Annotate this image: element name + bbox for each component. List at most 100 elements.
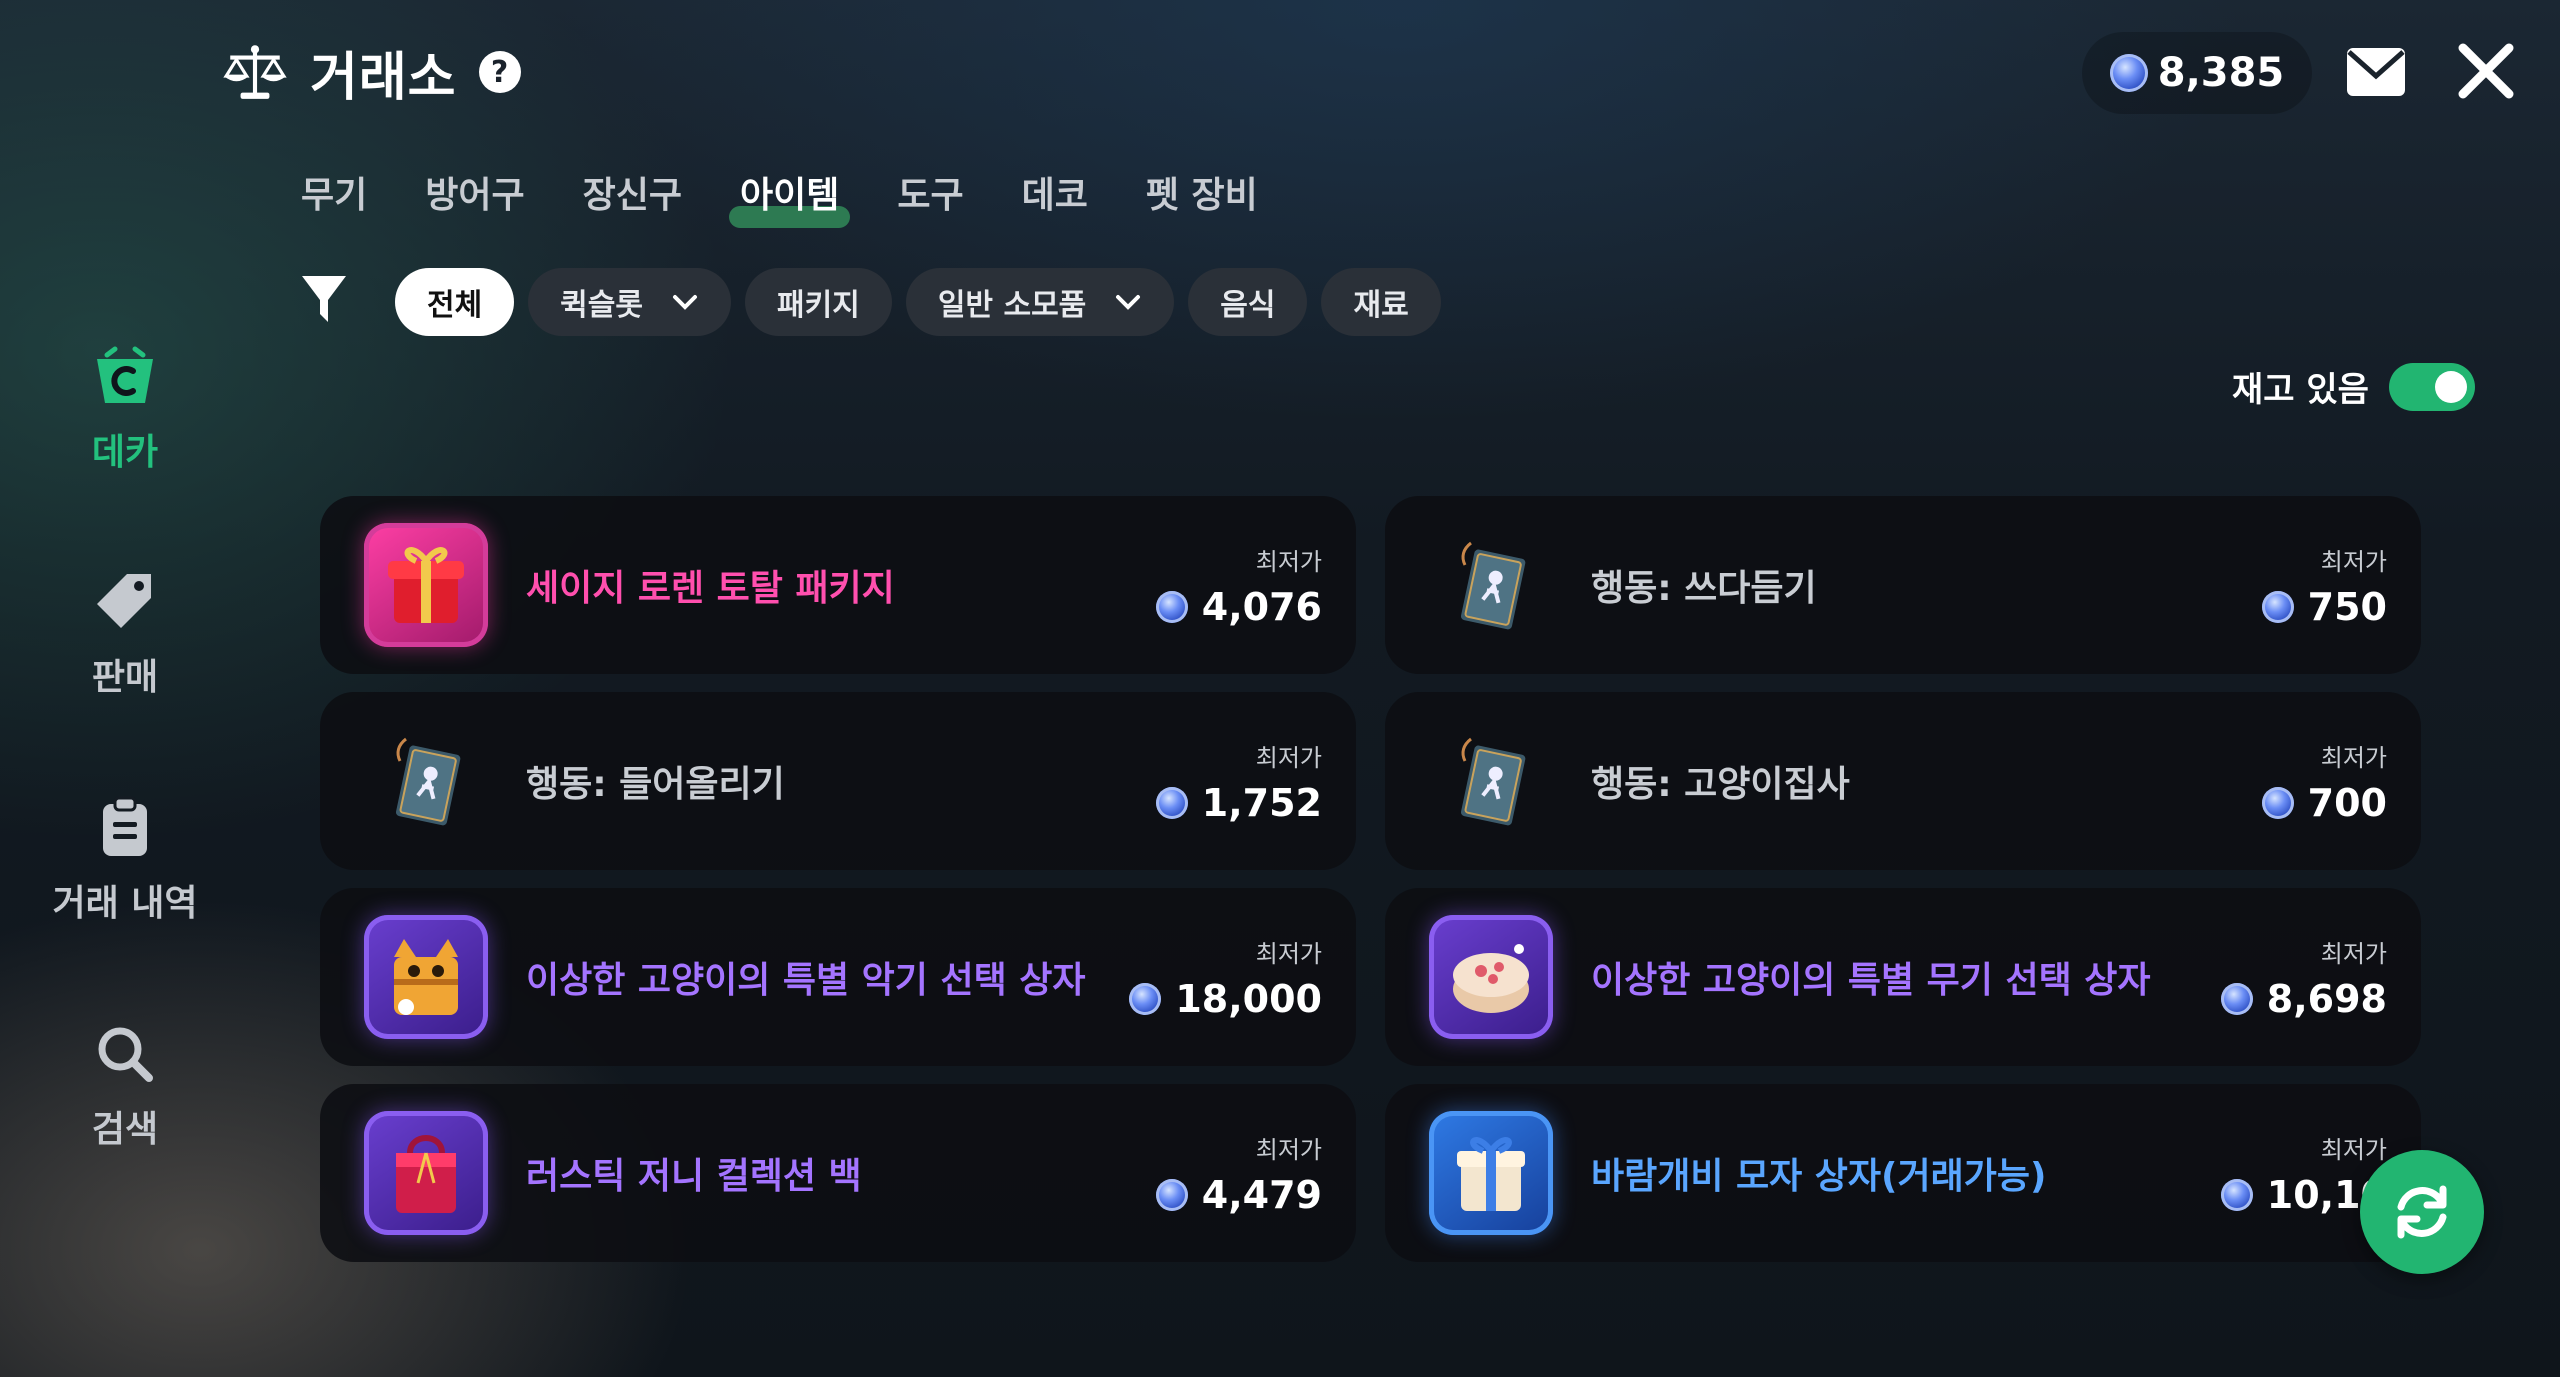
header: 거래소 ? [222,36,521,108]
coin-icon [1155,786,1188,819]
filter-chip-label: 음식 [1220,288,1276,323]
tab-accessory[interactable]: 장신구 [554,162,711,222]
coin-icon [2261,786,2294,819]
filter-chip-quickslot[interactable]: 퀵슬롯 [528,268,732,336]
page-title: 거래소 [310,47,457,108]
filter-chip-label: 퀵슬롯 [560,288,644,323]
price-block: 최저가 4,479 [1155,1130,1322,1217]
tab-pet-equipment[interactable]: 펫 장비 [1117,162,1287,222]
coin-icon [1155,590,1188,623]
item-name: 행동: 쓰다듬기 [1591,568,1817,609]
filter-chip-consumable[interactable]: 일반 소모품 [905,268,1175,336]
item-name: 행동: 들어올리기 [526,764,785,805]
item-card[interactable]: 러스틱 저니 컬렉션 백 최저가 4,479 [320,1084,1356,1262]
mail-icon[interactable] [2345,44,2407,100]
stock-filter: 재고 있음 [2232,362,2475,411]
sidebar-item-label: 판매 [91,657,159,698]
filter-chip-label: 일반 소모품 [937,288,1087,323]
action-book-icon [364,719,488,843]
sidebar-item-label: 데카 [91,432,159,473]
close-icon[interactable] [2455,40,2517,102]
sidebar-item-history[interactable]: 거래 내역 [40,796,210,926]
item-price: 18,000 [1175,976,1322,1021]
item-price: 4,479 [1201,1172,1322,1217]
clipboard-icon [103,796,147,856]
item-name: 이상한 고양이의 특별 악기 선택 상자 [526,960,1086,1001]
help-icon[interactable]: ? [478,51,521,93]
price-label: 최저가 [2320,1135,2387,1164]
item-card[interactable]: 바람개비 모자 상자(거래가능) 최저가 10,10 [1385,1084,2421,1262]
sidebar-item-search[interactable]: 검색 [40,1022,210,1152]
tab-weapon[interactable]: 무기 [272,162,396,222]
hat-box-icon [1429,1111,1553,1235]
item-card[interactable]: 이상한 고양이의 특별 악기 선택 상자 최저가 18,000 [320,888,1356,1066]
filter-chip-label: 재료 [1353,288,1409,323]
category-tabs: 무기 방어구 장신구 아이템 도구 데코 펫 장비 [272,162,1287,228]
filter-chip-food[interactable]: 음식 [1188,268,1308,336]
price-block: 최저가 4,076 [1155,542,1322,629]
price-block: 최저가 1,752 [1155,738,1322,825]
item-card[interactable]: 세이지 로렌 토탈 패키지 최저가 4,076 [320,496,1356,674]
price-block: 최저가 8,698 [2220,934,2387,1021]
item-name: 행동: 고양이집사 [1591,764,1850,805]
price-label: 최저가 [1255,547,1322,576]
price-label: 최저가 [2320,743,2387,772]
price-label: 최저가 [2320,939,2387,968]
price-block: 최저가 18,000 [1129,934,1322,1021]
filter-chip-label: 전체 [427,288,483,323]
tab-deco[interactable]: 데코 [993,162,1117,222]
item-card[interactable]: 행동: 들어올리기 최저가 1,752 [320,692,1356,870]
item-name: 러스틱 저니 컬렉션 백 [526,1156,862,1197]
gift-box-icon [364,523,488,647]
filter-icon[interactable] [300,272,348,326]
sidebar-item-label: 거래 내역 [52,883,198,924]
coin-icon [2109,54,2148,92]
currency-amount: 8,385 [2157,50,2285,96]
refresh-icon [2397,1185,2447,1239]
refresh-button[interactable] [2360,1150,2484,1274]
filter-chip-label: 패키지 [777,288,860,323]
filter-chip-all[interactable]: 전체 [395,268,515,336]
price-label: 최저가 [1255,1135,1322,1164]
tag-icon [97,574,151,628]
sidebar-item-sell[interactable]: 판매 [40,570,210,700]
cake-box-icon [1429,915,1553,1039]
filter-chip-package[interactable]: 패키지 [745,268,892,336]
item-name: 이상한 고양이의 특별 무기 선택 상자 [1591,960,2151,1001]
tab-tool[interactable]: 도구 [868,162,992,222]
item-price: 8,698 [2266,976,2387,1021]
chevron-down-icon [673,295,698,310]
action-book-icon [1429,719,1553,843]
coin-icon [2261,590,2294,623]
price-block: 최저가 700 [2261,738,2387,825]
stock-toggle[interactable] [2388,362,2475,411]
coin-icon [2220,982,2253,1015]
item-price: 1,752 [1201,780,1322,825]
item-card[interactable]: 이상한 고양이의 특별 무기 선택 상자 최저가 8,698 [1385,888,2421,1066]
coin-icon [1155,1178,1188,1211]
price-block: 최저가 750 [2261,542,2387,629]
item-name: 바람개비 모자 상자(거래가능) [1591,1156,2047,1197]
currency-display: 8,385 [2082,32,2312,114]
scale-icon [223,45,287,99]
coin-icon [2220,1178,2253,1211]
search-icon [98,1027,153,1082]
item-price: 4,076 [1201,584,1322,629]
price-label: 최저가 [1255,743,1322,772]
coin-icon [1129,982,1162,1015]
bag-icon [364,1111,488,1235]
sidebar-item-deka[interactable]: 데카 [40,345,210,475]
tab-item[interactable]: 아이템 [711,162,868,228]
price-label: 최저가 [1255,939,1322,968]
chevron-down-icon [1116,295,1141,310]
tab-armor[interactable]: 방어구 [396,162,553,222]
cat-box-icon [364,915,488,1039]
item-card[interactable]: 행동: 쓰다듬기 최저가 750 [1385,496,2421,674]
item-card[interactable]: 행동: 고양이집사 최저가 700 [1385,692,2421,870]
filter-chip-material[interactable]: 재료 [1321,268,1441,336]
item-name: 세이지 로렌 토탈 패키지 [526,568,895,609]
action-book-icon [1429,523,1553,647]
item-price: 750 [2307,584,2387,629]
sidebar-item-label: 검색 [91,1109,159,1150]
item-price: 700 [2307,780,2387,825]
